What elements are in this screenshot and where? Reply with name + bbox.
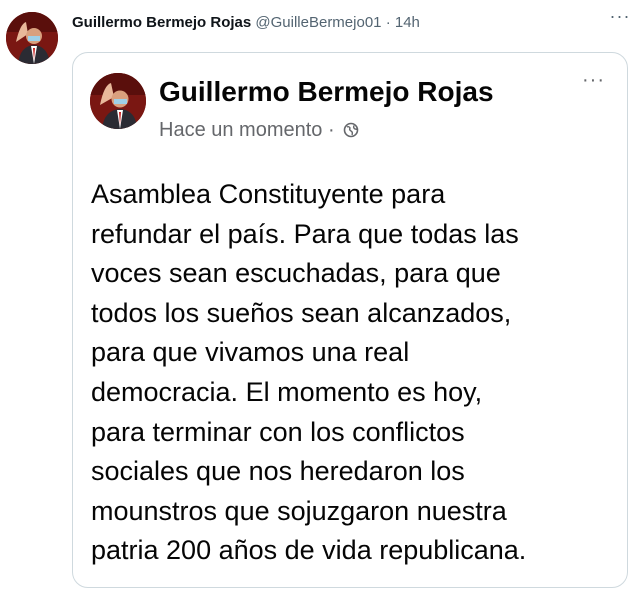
author-name[interactable]: Guillermo Bermejo Rojas (72, 14, 251, 31)
embed-text-line: mounstros que sojuzgaron nuestra (91, 495, 507, 526)
embed-author-name[interactable]: Guillermo Bermejo Rojas (159, 75, 494, 109)
avatar[interactable] (6, 12, 58, 64)
tweet-header: Guillermo Bermejo Rojas @GuilleBermejo01… (0, 0, 640, 64)
embed-text-line: voces sean escuchadas, para que (91, 258, 501, 289)
embed-text-line: para terminar con los conflictos (91, 416, 465, 447)
globe-icon (343, 122, 359, 138)
embed-text-line: todos los sueños sean alcanzados, (91, 297, 512, 328)
embed-separator: · (327, 119, 335, 141)
embed-text-line: para que vivamos una real (91, 337, 410, 368)
profile-photo-large (90, 73, 146, 129)
embed-timestamp: Hace un momento (159, 119, 323, 141)
more-options-icon[interactable]: ··· (608, 7, 632, 28)
embed-text-line: democracia. El momento es hoy, (91, 376, 483, 407)
author-line: Guillermo Bermejo Rojas @GuilleBermejo01… (72, 13, 420, 33)
author-handle[interactable]: @GuilleBermejo01 (255, 14, 381, 31)
embed-text-line: Asamblea Constituyente para (91, 179, 446, 209)
profile-photo (6, 12, 58, 64)
separator-dot: · (385, 14, 391, 31)
embed-meta: Hace un momento · (159, 117, 359, 143)
embed-avatar[interactable] (90, 73, 146, 129)
embed-post-text: Asamblea Constituyente para refundar el p… (91, 175, 611, 571)
embedded-post-card[interactable]: ··· Guillermo Bermejo Rojas Hace un mome… (72, 52, 628, 588)
embed-text-line: sociales que nos heredaron los (91, 456, 465, 487)
embed-text-line: refundar el país. Para que todas las (91, 218, 519, 249)
embed-text-line: patria 200 años de vida republicana. (91, 535, 527, 566)
tweet-time[interactable]: 14h (395, 14, 420, 31)
embed-more-icon[interactable]: ··· (582, 70, 605, 90)
